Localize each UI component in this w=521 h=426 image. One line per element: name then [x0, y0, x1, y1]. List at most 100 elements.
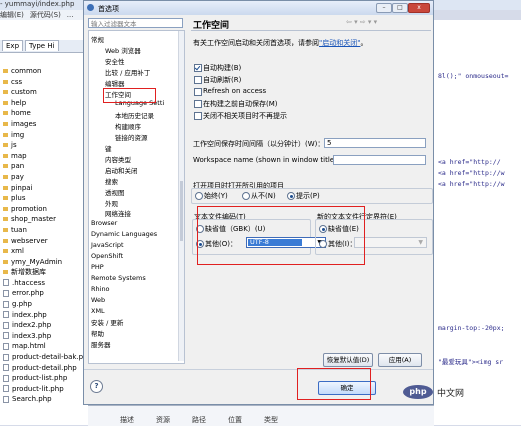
nav-item[interactable]: JavaScript [91, 241, 124, 249]
folder-item[interactable]: xml [3, 246, 88, 257]
save-interval-input[interactable]: 5 [324, 138, 426, 148]
restore-defaults-button[interactable]: 恢复默认值(D) [323, 353, 373, 367]
column-header[interactable]: 资源 [156, 416, 170, 424]
file-item[interactable]: map.html [3, 341, 88, 352]
folder-item[interactable]: home [3, 108, 88, 119]
file-item[interactable]: Search.php [3, 394, 88, 405]
nav-scrollbar-thumb[interactable] [180, 181, 183, 241]
dialog-title-bar[interactable]: 首选项 – □ x [84, 1, 433, 15]
code-editor[interactable]: 8l();" onmouseout= <a href="http:// <a h… [434, 20, 521, 425]
nav-item[interactable]: 服务器 [91, 339, 111, 349]
nav-item[interactable]: 键 [105, 143, 112, 153]
folder-item[interactable]: webserver [3, 236, 88, 247]
nav-item[interactable]: Remote Systems [91, 274, 146, 282]
maximize-button[interactable]: □ [392, 3, 408, 13]
folder-item[interactable]: js [3, 140, 88, 151]
file-item[interactable]: g.php [3, 299, 88, 310]
folder-item[interactable]: tuan [3, 225, 88, 236]
nav-item[interactable]: OpenShift [91, 252, 123, 260]
column-header[interactable]: 描述 [120, 416, 134, 424]
column-header[interactable]: 类型 [264, 416, 278, 424]
folder-item[interactable]: img [3, 130, 88, 141]
startup-shutdown-link[interactable]: "启动和关闭" [319, 39, 360, 47]
folder-item[interactable]: images [3, 119, 88, 130]
checkbox[interactable] [194, 100, 202, 108]
nav-item[interactable]: 启动和关闭 [105, 165, 138, 175]
folder-item[interactable]: css [3, 77, 88, 88]
file-item[interactable]: product-list.php [3, 373, 88, 384]
folder-item[interactable]: plus [3, 193, 88, 204]
chevron-down-icon[interactable]: ▼ [418, 239, 423, 246]
history-nav-arrows[interactable]: ⇦ ▾ ⇨ ▾ ▾ [346, 18, 377, 26]
file-item[interactable]: index3.php [3, 331, 88, 342]
column-header[interactable]: 位置 [228, 416, 242, 424]
apply-button[interactable]: 应用(A) [378, 353, 422, 367]
column-header[interactable]: 路径 [192, 416, 206, 424]
nav-item[interactable]: 外观 [105, 198, 118, 208]
workspace-name-input[interactable] [333, 155, 426, 165]
tree-item-label: plus [11, 194, 26, 203]
nav-item[interactable]: 常规 [91, 34, 104, 44]
nav-item[interactable]: PHP [91, 263, 104, 271]
nav-item[interactable]: 网络连接 [105, 208, 131, 218]
tab-type-hierarchy[interactable]: Type Hi [25, 40, 59, 51]
tree-item-label: images [11, 119, 37, 128]
folder-icon [3, 249, 8, 254]
nav-item[interactable]: 比较 / 应用补丁 [105, 67, 150, 77]
folder-item[interactable]: 新增数据库 [3, 267, 88, 278]
checkbox[interactable] [194, 64, 202, 72]
checkbox[interactable] [194, 112, 202, 120]
file-item[interactable]: index.php [3, 310, 88, 321]
close-button[interactable]: x [408, 3, 430, 13]
nav-item[interactable]: 帮助 [91, 328, 104, 338]
nav-item[interactable]: XML [91, 307, 105, 315]
nav-item[interactable]: 链接的资源 [115, 132, 148, 142]
checkbox[interactable] [194, 76, 202, 84]
file-item[interactable]: .htaccess [3, 278, 88, 289]
folder-item[interactable]: common [3, 66, 88, 77]
folder-item[interactable]: shop_master [3, 214, 88, 225]
tree-item-label: js [11, 141, 17, 150]
ide-menu-item[interactable]: ... [67, 11, 74, 19]
file-item[interactable]: product-detail-bak.p [3, 352, 88, 363]
folder-item[interactable]: pinpai [3, 183, 88, 194]
nav-scrollbar[interactable] [178, 31, 184, 361]
folder-item[interactable]: map [3, 151, 88, 162]
nav-item[interactable]: 安装 / 更新 [91, 317, 123, 327]
folder-item[interactable]: ymy_MyAdmin [3, 257, 88, 268]
nav-item[interactable]: 内容类型 [105, 154, 131, 164]
nav-item[interactable]: Dynamic Languages [91, 230, 157, 238]
nav-item[interactable]: Web [91, 296, 105, 304]
minimize-button[interactable]: – [376, 3, 392, 13]
ide-menu-item[interactable]: 编辑(E) [0, 11, 24, 19]
checkbox[interactable] [194, 88, 202, 96]
nav-item[interactable]: 本地历史记录 [115, 110, 154, 120]
folder-item[interactable]: custom [3, 87, 88, 98]
open-always-radio[interactable] [195, 192, 203, 200]
description-text: 有关工作空间启动和关闭首选项，请参阅 [193, 39, 319, 47]
tab-explorer[interactable]: Exp [2, 40, 24, 51]
nav-item[interactable]: Rhino [91, 285, 110, 293]
open-never-radio[interactable] [242, 192, 250, 200]
help-icon[interactable]: ? [90, 380, 103, 393]
ide-menu-item[interactable]: 源代码(S) [30, 11, 61, 19]
file-item[interactable]: product-lit.php [3, 384, 88, 395]
file-item[interactable]: error.php [3, 288, 88, 299]
nav-item[interactable]: 构建顺序 [115, 121, 141, 131]
folder-item[interactable]: help [3, 98, 88, 109]
nav-item[interactable]: Browser [91, 219, 117, 227]
nav-item[interactable]: Web 浏览器 [105, 45, 141, 55]
open-prompt-radio[interactable] [287, 192, 295, 200]
folder-item[interactable]: pay [3, 172, 88, 183]
file-tree: common css custom help home images img js map pan… [3, 66, 88, 405]
file-item[interactable]: index2.php [3, 320, 88, 331]
folder-item[interactable]: promotion [3, 204, 88, 215]
folder-item[interactable]: pan [3, 161, 88, 172]
folder-icon [3, 259, 8, 264]
nav-item[interactable]: 搜索 [105, 176, 118, 186]
nav-item[interactable]: 编辑器 [105, 78, 125, 88]
nav-item[interactable]: 透视图 [105, 187, 125, 197]
filter-input[interactable]: 输入过滤器文本 [88, 18, 183, 28]
nav-item[interactable]: 安全性 [105, 56, 125, 66]
file-item[interactable]: product-detail.php [3, 363, 88, 374]
